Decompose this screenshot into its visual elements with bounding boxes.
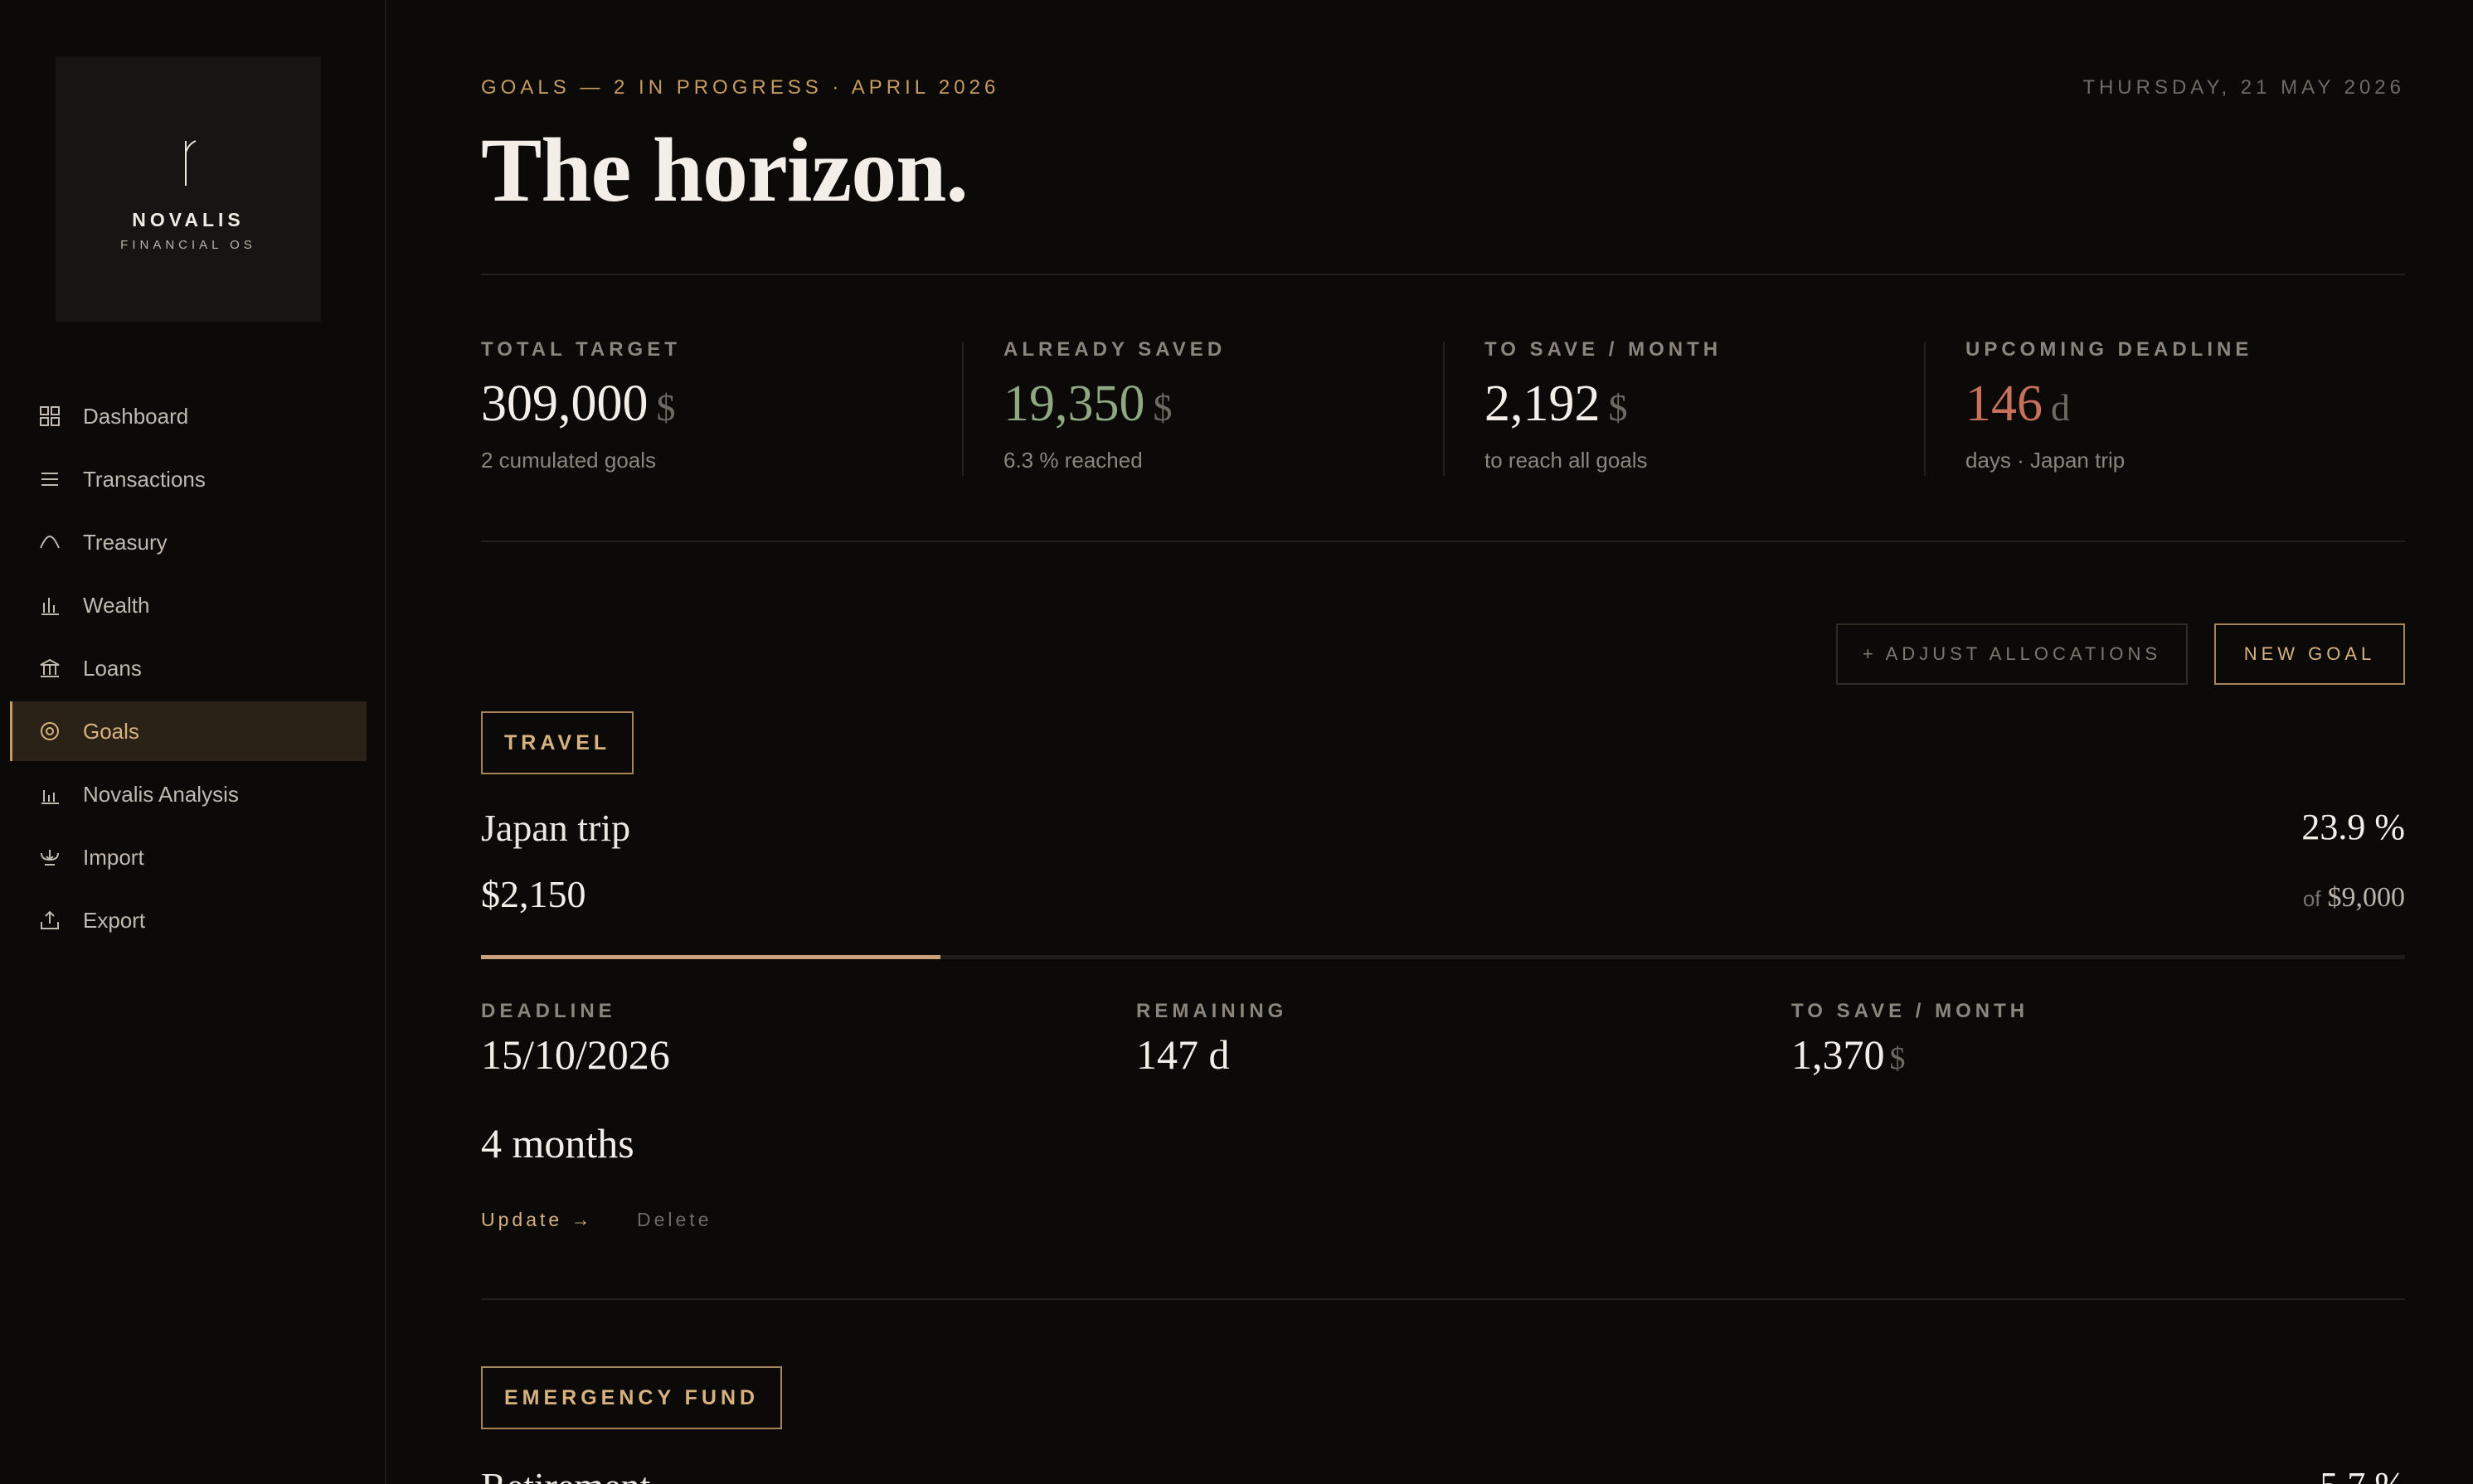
stat-subtext: 6.3 % reached bbox=[1003, 448, 1143, 473]
goal-monthly-saving: TO SAVE / MONTH 1,370 $ bbox=[1791, 1000, 2028, 1077]
delete-goal-link[interactable]: Delete bbox=[637, 1209, 712, 1231]
goal-percent: 23.9 % bbox=[2301, 807, 2405, 847]
sidebar-item-label: Goals bbox=[83, 718, 139, 744]
sidebar-item-goals[interactable]: Goals bbox=[10, 701, 367, 761]
stat-divider bbox=[1924, 342, 1926, 476]
sidebar-item-label: Loans bbox=[83, 655, 142, 681]
brand-name: NOVALIS bbox=[132, 209, 245, 230]
stat-subtext: 2 cumulated goals bbox=[481, 448, 657, 473]
stat-number: 309,000 bbox=[481, 376, 649, 432]
app: NOVALIS FINANCIAL OS Dashboard Transacti… bbox=[0, 0, 2473, 1484]
export-icon bbox=[38, 909, 61, 932]
stat-value: 146 d bbox=[1965, 378, 2252, 429]
meta-number: 1,370 bbox=[1791, 1031, 1885, 1078]
stat-number: 2,192 bbox=[1484, 376, 1601, 432]
stat-upcoming-deadline: UPCOMING DEADLINE 146 d days · Japan trip bbox=[1965, 338, 2252, 476]
stat-total-target: TOTAL TARGET 309,000 $ 2 cumulated goals bbox=[481, 338, 681, 476]
target-icon bbox=[38, 720, 61, 743]
goal-divider bbox=[481, 1298, 2405, 1300]
stat-subtext: days · Japan trip bbox=[1965, 448, 2126, 473]
stat-unit: d bbox=[2051, 386, 2070, 429]
bank-icon bbox=[38, 657, 61, 680]
meta-unit: $ bbox=[1889, 1041, 1906, 1076]
sidebar-item-novalis-analysis[interactable]: Novalis Analysis bbox=[10, 764, 367, 824]
stat-subtext: to reach all goals bbox=[1484, 448, 1648, 473]
stat-number: 146 bbox=[1965, 376, 2043, 432]
sidebar-item-import[interactable]: Import bbox=[10, 827, 367, 887]
stat-divider bbox=[962, 342, 964, 476]
stat-unit: $ bbox=[656, 386, 676, 429]
goal-remaining: REMAINING 147 d bbox=[1136, 1000, 1287, 1077]
stats-row: TOTAL TARGET 309,000 $ 2 cumulated goals … bbox=[481, 338, 2405, 479]
goal-target: of $9,000 bbox=[2303, 882, 2405, 914]
stat-label: ALREADY SAVED bbox=[1003, 338, 1227, 361]
goal-target-prefix: of bbox=[2302, 886, 2321, 911]
sidebar-item-label: Novalis Analysis bbox=[83, 781, 239, 807]
sidebar-item-transactions[interactable]: Transactions bbox=[10, 449, 367, 509]
stat-already-saved: ALREADY SAVED 19,350 $ 6.3 % reached bbox=[1003, 338, 1226, 476]
adjust-allocations-button[interactable]: + ADJUST ALLOCATIONS bbox=[1836, 623, 2188, 685]
page-title: The horizon. bbox=[481, 119, 969, 221]
sidebar-item-label: Wealth bbox=[83, 592, 150, 618]
goal-name: Retirement bbox=[481, 1464, 650, 1484]
current-date: THURSDAY, 21 MAY 2026 bbox=[2082, 76, 2405, 99]
header-divider bbox=[481, 274, 2405, 275]
stat-to-save-month: TO SAVE / MONTH 2,192 $ to reach all goal… bbox=[1484, 338, 1722, 476]
stat-unit: $ bbox=[1153, 386, 1173, 429]
stat-label: TOTAL TARGET bbox=[481, 338, 681, 361]
update-goal-link[interactable]: Update → bbox=[481, 1209, 594, 1231]
stats-divider bbox=[481, 541, 2405, 542]
sidebar-item-label: Export bbox=[83, 907, 146, 933]
sidebar-nav: Dashboard Transactions Treasury Wealth L… bbox=[10, 386, 367, 953]
sidebar: NOVALIS FINANCIAL OS Dashboard Transacti… bbox=[0, 0, 386, 1484]
meta-label: TO SAVE / MONTH bbox=[1791, 1000, 2029, 1022]
goal-duration: 4 months bbox=[481, 1120, 634, 1166]
sidebar-item-label: Treasury bbox=[83, 529, 168, 555]
goal-target-amount: $9,000 bbox=[2327, 882, 2406, 913]
stat-number: 19,350 bbox=[1003, 376, 1145, 432]
sidebar-item-label: Transactions bbox=[83, 466, 206, 492]
goal-header-clipped: Retirement 5.7 % bbox=[481, 1461, 2405, 1484]
brand-subtitle: FINANCIAL OS bbox=[120, 238, 256, 252]
stat-unit: $ bbox=[1608, 386, 1628, 429]
goal-deadline: DEADLINE 15/10/2026 bbox=[481, 1000, 670, 1077]
goal-category-tag: EMERGENCY FUND bbox=[481, 1366, 783, 1429]
stat-value: 19,350 $ bbox=[1003, 378, 1226, 429]
sidebar-item-loans[interactable]: Loans bbox=[10, 638, 367, 698]
page-eyebrow: GOALS — 2 IN PROGRESS · APRIL 2026 bbox=[481, 76, 1000, 99]
goal-name: Japan trip bbox=[481, 807, 631, 849]
meta-value: 147 d bbox=[1136, 1031, 1230, 1078]
meta-label: REMAINING bbox=[1136, 1000, 1288, 1022]
stat-label: UPCOMING DEADLINE bbox=[1965, 338, 2253, 361]
grid-icon bbox=[38, 405, 61, 428]
sidebar-item-wealth[interactable]: Wealth bbox=[10, 575, 367, 635]
novalis-logo-icon bbox=[172, 134, 205, 192]
goal-category-tag: TRAVEL bbox=[481, 711, 634, 774]
list-icon bbox=[38, 468, 61, 491]
stat-value: 2,192 $ bbox=[1484, 378, 1722, 429]
meta-label: DEADLINE bbox=[481, 1000, 616, 1022]
sidebar-item-export[interactable]: Export bbox=[10, 890, 367, 950]
sidebar-item-treasury[interactable]: Treasury bbox=[10, 512, 367, 572]
stat-value: 309,000 $ bbox=[481, 378, 681, 429]
sidebar-item-label: Import bbox=[83, 844, 144, 870]
main-content: GOALS — 2 IN PROGRESS · APRIL 2026 THURS… bbox=[481, 0, 2405, 1484]
goal-saved-amount: $2,150 bbox=[481, 873, 586, 915]
goal-progress-fill bbox=[481, 955, 941, 959]
meta-value: 1,370 $ bbox=[1791, 1033, 2028, 1077]
stat-divider bbox=[1443, 342, 1445, 476]
bar-chart-icon bbox=[38, 594, 61, 617]
arc-icon bbox=[38, 531, 61, 554]
brand-logo[interactable]: NOVALIS FINANCIAL OS bbox=[56, 56, 321, 322]
bar-chart-icon bbox=[38, 783, 61, 806]
new-goal-button[interactable]: NEW GOAL bbox=[2214, 623, 2405, 685]
sidebar-item-dashboard[interactable]: Dashboard bbox=[10, 386, 367, 446]
meta-value: 15/10/2026 bbox=[481, 1031, 670, 1078]
goal-percent: 5.7 % bbox=[2320, 1464, 2405, 1484]
stat-label: TO SAVE / MONTH bbox=[1484, 338, 1722, 361]
goal-progress-bar bbox=[481, 955, 2405, 959]
import-icon bbox=[38, 846, 61, 869]
sidebar-item-label: Dashboard bbox=[83, 403, 189, 429]
